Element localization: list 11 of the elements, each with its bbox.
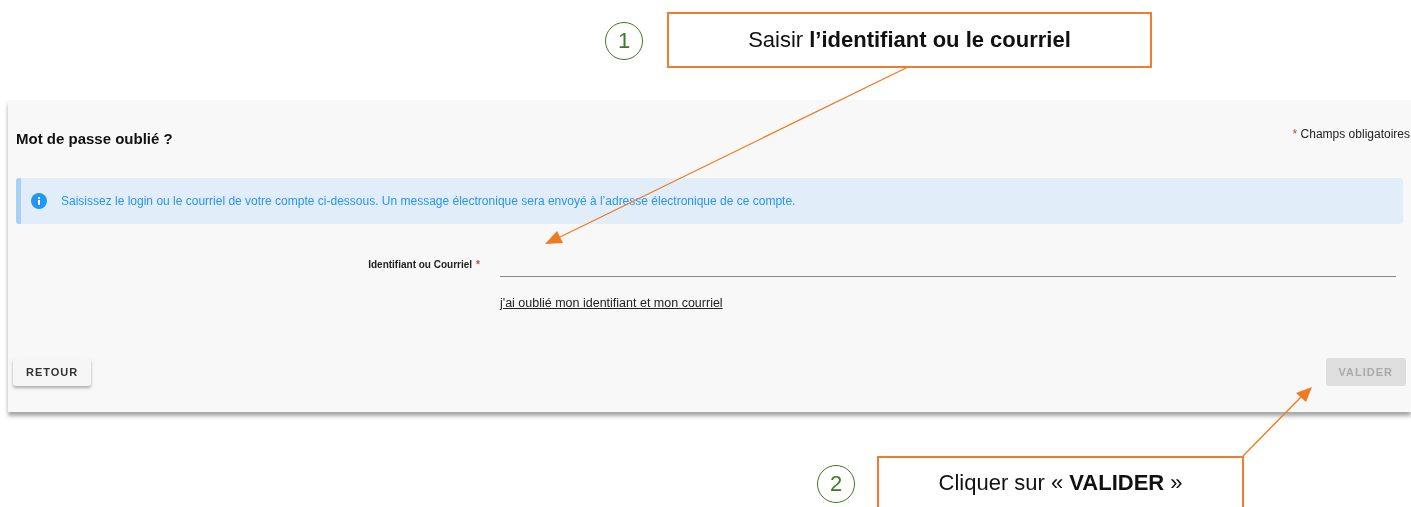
- step-number: 2: [817, 465, 855, 503]
- required-note: * Champs obligatoires: [1292, 127, 1410, 141]
- page-title: Mot de passe oublié ?: [16, 130, 173, 147]
- callout-box: Cliquer sur « VALIDER »: [877, 456, 1244, 507]
- step-number: 1: [605, 22, 643, 60]
- field-label: Identifiant ou Courriel *: [367, 259, 480, 270]
- callout-box: Saisir l’identifiant ou le courriel: [667, 12, 1152, 68]
- forgot-link[interactable]: j'ai oublié mon identifiant et mon courriel: [500, 296, 723, 310]
- info-icon: [31, 193, 47, 209]
- annotation-arrow: [1242, 387, 1312, 457]
- back-button[interactable]: RETOUR: [13, 358, 92, 386]
